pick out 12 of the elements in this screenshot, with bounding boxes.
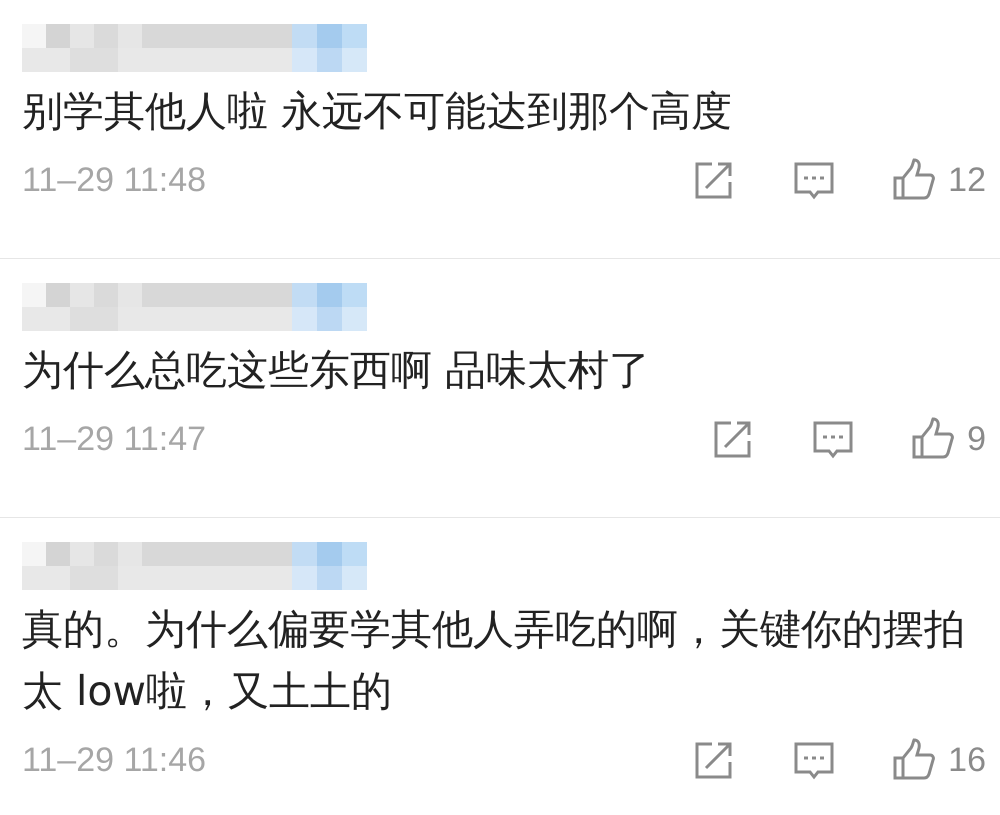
comment-text: 别学其他人啦 永远不可能达到那个高度	[22, 86, 734, 137]
comment-time: 11–29 11:47	[22, 420, 208, 458]
thumbs-up-icon[interactable]	[892, 158, 936, 202]
thumbs-up-icon[interactable]	[892, 738, 936, 782]
comment-time: 11–29 11:48	[22, 160, 208, 200]
comment-text: 为什么总吃这些东西啊 品味太村了	[22, 345, 652, 396]
like-count: 16	[948, 740, 986, 780]
comment-text: 真的。为什么偏要学其他人弄吃的啊，关键你的摆拍太 low啦，又土土的	[22, 604, 966, 717]
like-count: 9	[967, 420, 986, 458]
thumbs-up-icon[interactable]	[911, 417, 956, 461]
like-count: 12	[948, 160, 986, 200]
comment-time: 11–29 11:46	[22, 740, 208, 780]
